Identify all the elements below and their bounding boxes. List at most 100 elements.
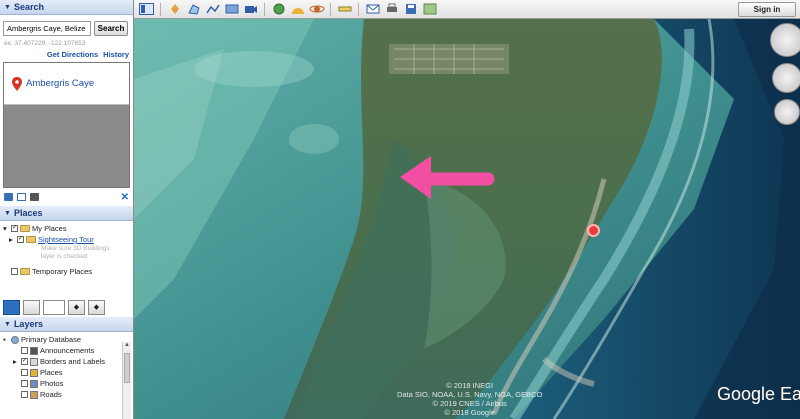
search-panel-header[interactable]: ▼ Search	[0, 0, 133, 15]
search-tools: ✕	[0, 188, 133, 206]
tree-item-sightseeing-tour[interactable]: ▸ ✓ Sightseeing Tour	[3, 234, 130, 245]
folder-icon	[20, 268, 30, 275]
places-icon	[30, 368, 38, 377]
tree-item-my-places[interactable]: ▾ ✓ My Places	[3, 223, 130, 234]
look-joystick-icon[interactable]	[772, 63, 800, 93]
search-row: Search	[0, 15, 133, 38]
search-input[interactable]	[3, 21, 91, 36]
imagery-attribution: © 2018 INEGI Data SIO, NOAA, U.S. Navy, …	[397, 381, 542, 417]
expand-icon[interactable]: ▸	[9, 235, 15, 244]
move-joystick-icon[interactable]	[774, 99, 800, 125]
layers-scrollbar[interactable]: ▲	[122, 342, 131, 419]
sidebar: ▼ Search Search ex: 37.407229, -122.1076…	[0, 0, 134, 419]
checkbox-icon[interactable]: ✓	[21, 358, 28, 365]
places-toolbar: ◆ ◆	[0, 297, 133, 317]
checkbox-icon[interactable]: ✓	[11, 225, 18, 232]
layer-label: Photos	[40, 379, 64, 388]
globe-icon	[11, 335, 19, 344]
search-results: Ambergris Caye	[3, 62, 130, 188]
layers-header-label: Layers	[13, 318, 43, 329]
path-icon[interactable]	[204, 2, 221, 17]
search-header-label: Search	[13, 1, 44, 12]
expand-icon[interactable]: ▾	[3, 224, 9, 233]
copy-icon[interactable]	[17, 193, 26, 201]
checkbox-icon[interactable]	[21, 391, 28, 398]
collapse-triangle-icon[interactable]: ▼	[4, 317, 11, 332]
collapse-triangle-icon[interactable]: ▼	[4, 206, 11, 221]
expand-icon[interactable]: ▸	[13, 357, 19, 366]
compass-icon[interactable]	[770, 23, 800, 57]
folder-icon[interactable]	[4, 193, 13, 201]
folder-icon	[20, 225, 30, 232]
map-view[interactable]: © 2018 INEGI Data SIO, NOAA, U.S. Navy, …	[134, 19, 800, 419]
history-icon[interactable]	[270, 2, 287, 17]
email-icon[interactable]	[364, 2, 381, 17]
move-up-icon[interactable]: ◆	[68, 299, 85, 315]
search-links: Get Directions History	[0, 49, 133, 62]
clear-search-icon[interactable]: ✕	[121, 192, 129, 203]
borders-icon	[30, 357, 38, 366]
record-tour-icon[interactable]	[242, 2, 259, 17]
tree-item-label: My Places	[32, 224, 67, 233]
move-down-icon[interactable]: ◆	[88, 299, 105, 315]
polygon-icon[interactable]	[185, 2, 202, 17]
checkbox-icon[interactable]	[21, 347, 28, 354]
layers-panel-header[interactable]: ▼ Layers	[0, 317, 133, 332]
places-panel-header[interactable]: ▼ Places	[0, 206, 133, 221]
overlay-icon[interactable]	[223, 2, 240, 17]
sun-icon[interactable]	[289, 2, 306, 17]
layers-tree: ▪ Primary Database Announcements ▸ ✓ Bor…	[0, 332, 133, 402]
layer-item[interactable]: Places	[3, 367, 130, 378]
placemark-icon[interactable]	[166, 2, 183, 17]
attribution-line: © 2018 INEGI	[446, 381, 494, 390]
placemark-pin-icon	[12, 76, 22, 91]
search-button[interactable]: Search	[94, 21, 128, 36]
layer-label: Announcements	[40, 346, 95, 355]
maps-icon[interactable]	[421, 2, 438, 17]
print-icon[interactable]	[383, 2, 400, 17]
layer-item[interactable]: Announcements	[3, 345, 130, 356]
attribution-line: © 2018 Google	[444, 408, 495, 417]
sidebar-icon[interactable]	[138, 2, 155, 17]
checkbox-icon[interactable]	[21, 369, 28, 376]
print-icon[interactable]	[30, 193, 39, 201]
layer-item[interactable]: ▪ Primary Database	[3, 334, 130, 345]
scroll-up-icon[interactable]: ▲	[123, 342, 131, 351]
checkbox-icon[interactable]	[21, 380, 28, 387]
folder-icon	[26, 236, 36, 243]
main-toolbar: Sign in	[134, 0, 800, 19]
history-link[interactable]: History	[103, 50, 129, 59]
layer-item[interactable]: Photos	[3, 378, 130, 389]
photos-icon	[30, 379, 38, 388]
places-header-label: Places	[13, 207, 43, 218]
places-tree: ▾ ✓ My Places ▸ ✓ Sightseeing Tour Make …	[0, 221, 133, 297]
planets-icon[interactable]	[308, 2, 325, 17]
save-image-icon[interactable]	[402, 2, 419, 17]
tree-item-temporary-places[interactable]: Temporary Places	[3, 266, 130, 277]
checkbox-icon[interactable]: ✓	[17, 236, 24, 243]
panel-toggle-icon[interactable]	[23, 299, 40, 315]
scrollbar-thumb[interactable]	[124, 353, 130, 383]
places-filter-field[interactable]	[43, 299, 65, 315]
collapse-triangle-icon[interactable]: ▼	[4, 0, 11, 15]
google-earth-window: ▼ Search Search ex: 37.407229, -122.1076…	[0, 0, 800, 419]
google-earth-logo: Google Ea	[717, 384, 800, 404]
attribution-line: Data SIO, NOAA, U.S. Navy, NGA, GEBCO	[397, 390, 543, 399]
search-toggle-icon[interactable]	[3, 299, 20, 315]
search-result-item[interactable]: Ambergris Caye	[4, 63, 129, 105]
sign-in-button[interactable]: Sign in	[738, 2, 796, 17]
checkbox-icon[interactable]	[11, 268, 18, 275]
search-result-placemark-icon[interactable]	[587, 224, 600, 237]
search-result-label: Ambergris Caye	[26, 78, 95, 89]
ruler-icon[interactable]	[336, 2, 353, 17]
expand-icon[interactable]: ▪	[3, 335, 9, 344]
tree-item-label[interactable]: Sightseeing Tour	[38, 235, 94, 244]
get-directions-link[interactable]: Get Directions	[47, 50, 98, 59]
layer-item[interactable]: Roads	[3, 389, 130, 400]
layer-label: Borders and Labels	[40, 357, 106, 366]
navigation-controls	[770, 23, 800, 133]
announcement-icon	[30, 346, 38, 355]
satellite-imagery	[134, 19, 800, 419]
tour-note-line2: layer is checked	[41, 253, 88, 260]
layer-item[interactable]: ▸ ✓ Borders and Labels	[3, 356, 130, 367]
